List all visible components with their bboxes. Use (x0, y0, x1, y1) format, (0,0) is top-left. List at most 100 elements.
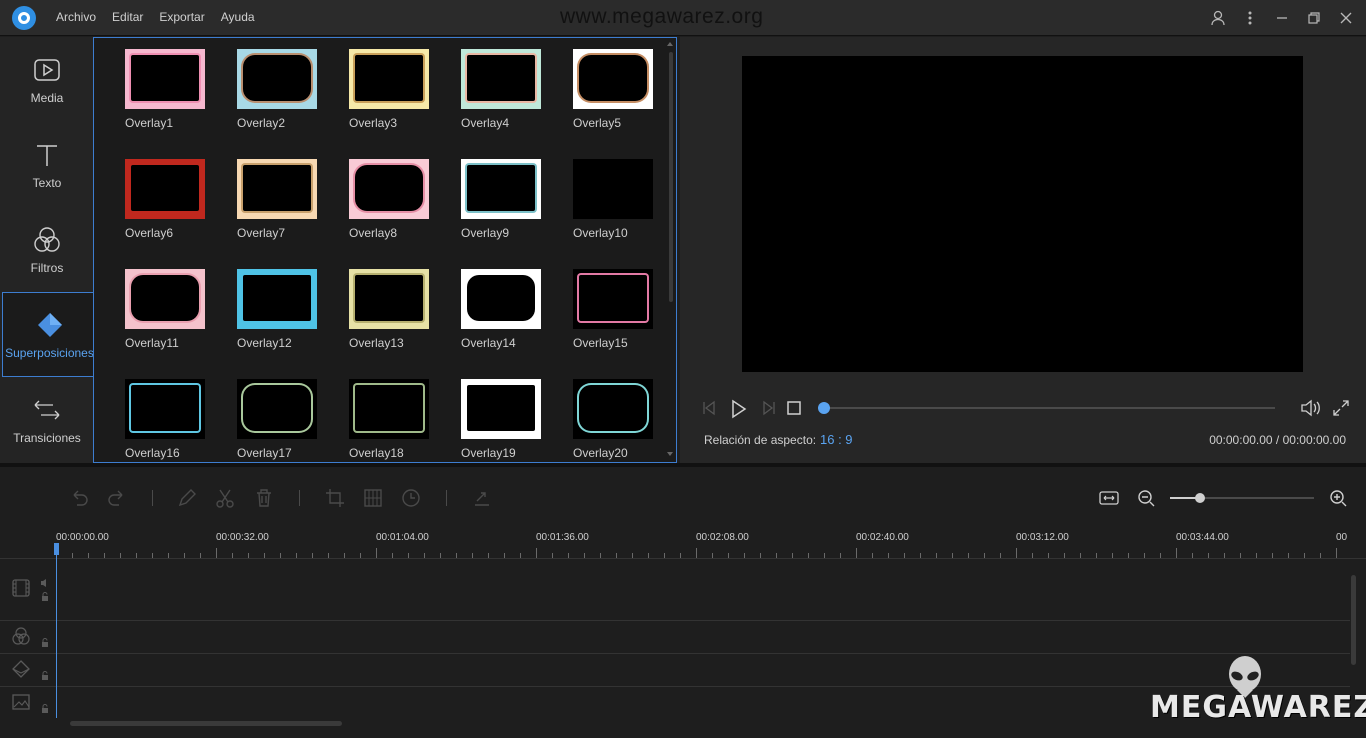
overlay-thumbnail[interactable]: Overlay17 (237, 379, 319, 460)
delete-icon[interactable] (253, 487, 275, 509)
progress-knob[interactable] (818, 402, 830, 414)
sidebar-item-label: Superposiciones (5, 345, 94, 360)
minimize-icon[interactable] (1266, 0, 1298, 36)
ruler-tick (1144, 553, 1145, 558)
undo-icon[interactable] (68, 487, 90, 509)
overlay-thumbnail[interactable]: Overlay5 (573, 49, 655, 130)
overlay-preview (461, 379, 541, 439)
volume-icon[interactable] (40, 578, 50, 588)
volume-icon[interactable] (1300, 399, 1322, 417)
aspect-ratio-value[interactable]: 16 : 9 (820, 432, 853, 447)
zoom-slider-knob[interactable] (1195, 493, 1205, 503)
restore-icon[interactable] (1298, 0, 1330, 36)
overlay-thumbnail[interactable]: Overlay4 (461, 49, 543, 130)
brand-watermark: MEGAWAREZ (1150, 690, 1366, 725)
overlay-thumbnail[interactable]: Overlay10 (573, 159, 655, 240)
overlay-thumbnail[interactable]: Overlay2 (237, 49, 319, 130)
overlay-thumbnail[interactable]: Overlay8 (349, 159, 431, 240)
redo-icon[interactable] (106, 487, 128, 509)
ruler-tick (888, 553, 889, 558)
lock-icon[interactable] (40, 704, 50, 714)
mosaic-icon[interactable] (362, 487, 384, 509)
fullscreen-icon[interactable] (1332, 399, 1350, 417)
timeline-horizontal-scrollbar[interactable] (70, 721, 342, 726)
menu-ayuda[interactable]: Ayuda (221, 10, 255, 24)
ruler-tick (568, 553, 569, 558)
overlay-thumbnail[interactable]: Overlay9 (461, 159, 543, 240)
overlay-preview (237, 159, 317, 219)
overlay-thumbnail[interactable]: Overlay19 (461, 379, 543, 460)
overlay-thumbnail[interactable]: Overlay13 (349, 269, 431, 350)
ruler-tick (168, 553, 169, 558)
overlay-thumbnail[interactable]: Overlay20 (573, 379, 655, 460)
menu-archivo[interactable]: Archivo (56, 10, 96, 24)
overlay-preview (237, 379, 317, 439)
sidebar-item-overlays[interactable]: Superposiciones (2, 292, 98, 377)
ruler-tick (1176, 548, 1177, 558)
overlay-window (579, 55, 647, 101)
sidebar-item-transitions[interactable]: Transiciones (0, 377, 94, 462)
overlay-window (467, 55, 535, 101)
zoom-out-icon[interactable] (1135, 487, 1157, 509)
overlay-preview (125, 269, 205, 329)
overlay-thumbnail[interactable]: Overlay6 (125, 159, 207, 240)
overlay-thumbnail[interactable]: Overlay15 (573, 269, 655, 350)
overlay-panel: Overlay1 Overlay2 Overlay3 Overlay4 Overlay5… (93, 37, 677, 463)
toolbar-separator (446, 490, 447, 506)
playhead[interactable] (56, 543, 57, 718)
overlay-thumbnail[interactable]: Overlay16 (125, 379, 207, 460)
lock-icon[interactable] (40, 592, 50, 602)
sidebar-item-text[interactable]: Texto (0, 122, 94, 207)
export-icon[interactable] (471, 487, 493, 509)
close-icon[interactable] (1330, 0, 1362, 36)
more-options-icon[interactable] (1234, 0, 1266, 36)
filters-icon (34, 226, 60, 252)
sidebar-item-filters[interactable]: Filtros (0, 207, 94, 292)
menu-editar[interactable]: Editar (112, 10, 143, 24)
overlay-thumbnail[interactable]: Overlay14 (461, 269, 543, 350)
overlay-preview (461, 269, 541, 329)
lock-icon[interactable] (40, 638, 50, 648)
sidebar-item-media[interactable]: Media (0, 37, 94, 122)
progress-bar[interactable] (818, 402, 1275, 414)
overlay-thumbnail[interactable]: Overlay12 (237, 269, 319, 350)
scroll-up-icon[interactable] (667, 41, 673, 47)
timeline-vertical-scrollbar[interactable] (1351, 575, 1356, 665)
timeline-ruler[interactable]: 00:00:00.00 00:00:32.00 00:01:04.00 00:01:3… (0, 529, 1366, 559)
overlay-preview (125, 49, 205, 109)
stop-icon[interactable] (786, 400, 802, 416)
ruler-label: 00:00:00.00 (56, 532, 109, 543)
panel-scrollbar[interactable] (669, 52, 673, 302)
overlay-label: Overlay16 (125, 446, 180, 460)
ruler-tick (1032, 553, 1033, 558)
overlay-preview (461, 49, 541, 109)
overlay-thumbnail[interactable]: Overlay18 (349, 379, 431, 460)
menu-exportar[interactable]: Exportar (159, 10, 204, 24)
zoom-in-icon[interactable] (1327, 487, 1349, 509)
ruler-tick (824, 553, 825, 558)
overlay-window (467, 385, 535, 431)
overlay-thumbnail[interactable]: Overlay7 (237, 159, 319, 240)
fit-timeline-icon[interactable] (1098, 487, 1120, 509)
overlay-thumbnail[interactable]: Overlay3 (349, 49, 431, 130)
duration-icon[interactable] (400, 487, 422, 509)
cut-icon[interactable] (214, 487, 236, 509)
zoom-slider[interactable] (1170, 493, 1314, 503)
track-separator (0, 620, 1350, 621)
overlay-thumbnail[interactable]: Overlay1 (125, 49, 207, 130)
media-icon (34, 58, 60, 81)
ruler-tick (88, 553, 89, 558)
ruler-tick (344, 553, 345, 558)
play-icon[interactable] (728, 399, 748, 419)
ruler-tick (152, 553, 153, 558)
edit-icon[interactable] (176, 487, 198, 509)
crop-icon[interactable] (324, 487, 346, 509)
scroll-down-icon[interactable] (667, 451, 673, 457)
overlay-thumbnail[interactable]: Overlay11 (125, 269, 207, 350)
previous-frame-icon[interactable] (700, 399, 718, 417)
lock-icon[interactable] (40, 671, 50, 681)
overlay-preview (349, 379, 429, 439)
ruler-tick (488, 553, 489, 558)
next-frame-icon[interactable] (760, 399, 778, 417)
account-icon[interactable] (1202, 0, 1234, 36)
